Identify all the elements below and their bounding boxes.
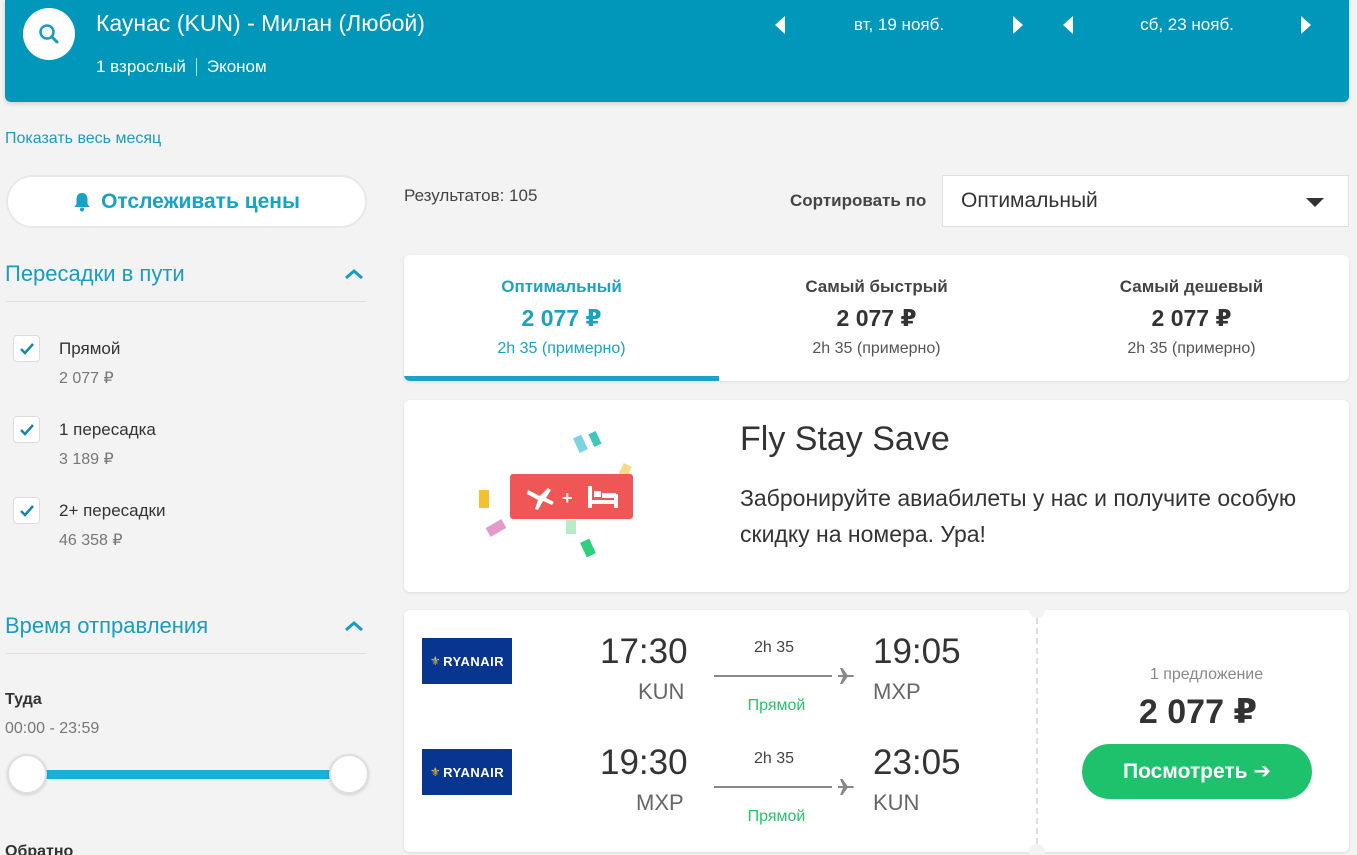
outbound-leg: ⚜ RYANAIR 17:30 KUN 2h 35 Прямой 19:05 M… [404, 632, 1024, 728]
bell-icon [74, 192, 90, 211]
sort-tabs: Оптимальный 2 077 ₽ 2h 35 (примерно) Сам… [404, 255, 1349, 381]
promo-text: Забронируйте авиабилеты у нас и получите… [740, 485, 1297, 547]
next-depart-date-arrow-icon[interactable] [1013, 16, 1023, 34]
tab-price: 2 077 ₽ [836, 305, 917, 331]
tab-optimal[interactable]: Оптимальный 2 077 ₽ 2h 35 (примерно) [404, 255, 719, 381]
airplane-icon [838, 668, 854, 684]
route-title[interactable]: Каунас (KUN) - Милан (Любой) [96, 10, 425, 37]
checkmark-icon [19, 342, 34, 355]
offers-count[interactable]: 1 предложение [1064, 666, 1349, 684]
chevron-up-icon[interactable] [343, 619, 365, 633]
airplane-icon [838, 779, 854, 795]
results-count: Результатов: 105 [404, 186, 538, 205]
filter-label: 2+ пересадки [59, 501, 166, 520]
track-prices-label: Отслеживать цены [101, 189, 300, 213]
route-line [714, 675, 832, 677]
show-month-link[interactable]: Показать весь месяц [5, 130, 161, 148]
stops-label: Прямой [747, 697, 806, 714]
fly-stay-illustration-icon: + [479, 430, 633, 558]
departure-section-title[interactable]: Время отправления [5, 613, 208, 639]
depart-date[interactable]: вт, 19 нояб. [785, 15, 1013, 35]
checkmark-icon [19, 504, 34, 517]
outbound-time-slider[interactable] [27, 770, 349, 779]
track-prices-button[interactable]: Отслеживать цены [6, 175, 367, 228]
tab-title: Самый быстрый [805, 277, 948, 296]
checkbox-one-stop[interactable] [13, 416, 40, 443]
tab-duration: 2h 35 (примерно) [812, 340, 941, 357]
harp-icon: ⚜ [429, 765, 442, 779]
search-header[interactable]: Каунас (KUN) - Милан (Любой) 1 взрослый … [5, 0, 1349, 102]
tab-duration: 2h 35 (примерно) [1127, 340, 1256, 357]
flight-result-card[interactable]: ⚜ RYANAIR 17:30 KUN 2h 35 Прямой 19:05 M… [404, 602, 1349, 855]
checkmark-icon [19, 423, 34, 436]
checkbox-direct[interactable] [13, 335, 40, 362]
next-return-date-arrow-icon[interactable] [1301, 16, 1311, 34]
ticket-notch [1029, 602, 1045, 618]
airline-name: RYANAIR [443, 764, 505, 780]
passengers-label: 1 взрослый [96, 57, 186, 76]
tab-title: Самый дешевый [1119, 277, 1264, 296]
promo-banner[interactable]: + Fly Stay Save Забронируйте авиабилеты … [404, 400, 1349, 592]
stops-label: Прямой [747, 808, 806, 825]
tab-cheapest[interactable]: Самый дешевый 2 077 ₽ 2h 35 (примерно) [1034, 255, 1349, 381]
outbound-time-range: 00:00 - 23:59 [5, 720, 100, 737]
arrival-airport: KUN [873, 790, 920, 815]
slider-start-handle[interactable] [7, 754, 47, 794]
departure-airport: MXP [636, 790, 684, 815]
filter-price: 46 358 ₽ [59, 532, 123, 549]
slider-end-handle[interactable] [329, 754, 369, 794]
divider [5, 301, 367, 302]
tab-price: 2 077 ₽ [1151, 305, 1232, 331]
divider [5, 653, 367, 654]
filter-label: Прямой [59, 339, 121, 358]
tab-title: Оптимальный [501, 277, 622, 296]
airline-name: RYANAIR [443, 653, 505, 669]
flight-duration: 2h 35 [753, 639, 795, 656]
view-deal-button[interactable]: Посмотреть ➔ [1082, 744, 1312, 799]
return-date-picker[interactable]: сб, 23 нояб. [1063, 12, 1311, 38]
divider [195, 58, 197, 76]
filter-label: 1 пересадка [59, 420, 156, 439]
cabin-label: Эконом [206, 57, 267, 76]
departure-time: 19:30 [600, 743, 688, 782]
arrival-airport: MXP [873, 679, 921, 704]
passenger-summary[interactable]: 1 взрослый Эконом [96, 57, 267, 77]
departure-airport: KUN [638, 679, 685, 704]
depart-date-picker[interactable]: вт, 19 нояб. [775, 12, 1023, 38]
airline-logo: ⚜ RYANAIR [422, 749, 512, 795]
flight-price: 2 077 ₽ [1138, 693, 1258, 731]
route-line [714, 786, 832, 788]
filter-price: 2 077 ₽ [59, 370, 114, 387]
prev-depart-date-arrow-icon[interactable] [775, 16, 785, 34]
search-button[interactable] [23, 8, 75, 60]
tab-price: 2 077 ₽ [521, 305, 602, 331]
departure-time: 17:30 [600, 632, 688, 671]
return-date[interactable]: сб, 23 нояб. [1073, 15, 1301, 35]
chevron-up-icon[interactable] [343, 267, 365, 281]
svg-text:+: + [562, 488, 573, 508]
sort-label: Сортировать по [790, 191, 927, 210]
flight-duration: 2h 35 [753, 750, 795, 767]
tab-duration: 2h 35 (примерно) [497, 340, 626, 357]
checkbox-two-plus-stops[interactable] [13, 497, 40, 524]
stops-section-title[interactable]: Пересадки в пути [5, 261, 185, 287]
return-label: Обратно [5, 843, 74, 855]
arrival-time: 19:05 [873, 632, 961, 671]
outbound-label: Туда [5, 691, 42, 708]
airline-logo: ⚜ RYANAIR [422, 638, 512, 684]
sort-dropdown[interactable]: Оптимальный [942, 175, 1349, 227]
harp-icon: ⚜ [429, 654, 442, 668]
sort-value: Оптимальный [961, 189, 1098, 212]
caret-down-icon [1306, 198, 1324, 207]
tab-fastest[interactable]: Самый быстрый 2 077 ₽ 2h 35 (примерно) [719, 255, 1034, 381]
prev-return-date-arrow-icon[interactable] [1063, 16, 1073, 34]
return-leg: ⚜ RYANAIR 19:30 MXP 2h 35 Прямой 23:05 K… [404, 743, 1024, 839]
arrival-time: 23:05 [873, 743, 961, 782]
ticket-notch [1029, 844, 1045, 855]
search-icon [39, 24, 59, 44]
filter-price: 3 189 ₽ [59, 451, 114, 468]
card-divider [1036, 618, 1038, 844]
promo-title: Fly Stay Save [740, 420, 950, 458]
